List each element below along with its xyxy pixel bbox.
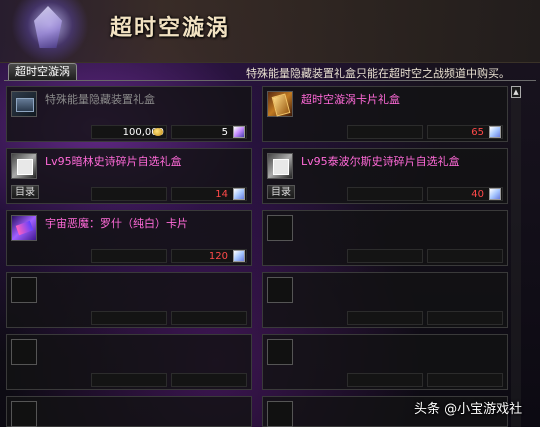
gift-box-icon (11, 91, 37, 117)
empty-field (347, 373, 423, 387)
empty-icon-slot (11, 277, 37, 303)
shop-item[interactable]: Lv95暗林史诗碎片自选礼盒 目录 14 (6, 148, 252, 204)
item-name: Lv95暗林史诗碎片自选礼盒 (45, 155, 182, 168)
shop-header: 超时空漩涡 (0, 0, 540, 63)
tab-divider (4, 80, 536, 81)
catalog-button[interactable]: 目录 (267, 185, 295, 199)
empty-field (427, 311, 503, 325)
empty-field (427, 249, 503, 263)
item-name: 特殊能量隐藏装置礼盒 (45, 93, 155, 106)
empty-slot (6, 272, 252, 328)
empty-slot (262, 210, 508, 266)
ticket-icon (233, 126, 245, 138)
tab-chaos-vortex[interactable]: 超时空漩涡 (8, 63, 77, 80)
gold-price (91, 187, 167, 201)
epic-gift-box-icon (267, 153, 293, 179)
shop-item[interactable]: Lv95泰波尔斯史诗碎片自选礼盒 目录 40 (262, 148, 508, 204)
catalog-button[interactable]: 目录 (11, 185, 39, 199)
ticket-icon (233, 250, 245, 262)
empty-field (171, 373, 247, 387)
card-icon (11, 215, 37, 241)
item-name: 超时空漩涡卡片礼盒 (301, 93, 400, 106)
gold-price (347, 187, 423, 201)
shop-item[interactable]: 特殊能量隐藏装置礼盒 100,000 5 (6, 86, 252, 142)
gold-price (91, 249, 167, 263)
empty-slot (262, 334, 508, 390)
empty-field (91, 373, 167, 387)
empty-field (427, 373, 503, 387)
empty-slot (6, 396, 252, 427)
empty-icon-slot (267, 401, 293, 427)
npc-portrait (4, 0, 96, 62)
empty-icon-slot (267, 277, 293, 303)
ticket-icon (489, 188, 501, 200)
purchase-notice: 特殊能量隐藏装置礼盒只能在超时空之战频道中购买。 (246, 67, 510, 80)
shop-item[interactable]: 宇宙恶魔：罗什（纯白）卡片 120 (6, 210, 252, 266)
empty-field (347, 249, 423, 263)
empty-icon-slot (11, 401, 37, 427)
empty-field (91, 311, 167, 325)
empty-icon-slot (267, 339, 293, 365)
scroll-up-arrow-icon[interactable]: ▲ (511, 86, 521, 98)
item-name: Lv95泰波尔斯史诗碎片自选礼盒 (301, 155, 460, 168)
empty-icon-slot (267, 215, 293, 241)
gold-price (347, 125, 423, 139)
card-box-icon (267, 91, 293, 117)
empty-field (171, 311, 247, 325)
ticket-icon (489, 126, 501, 138)
gold-coin-icon (153, 128, 163, 136)
empty-field (347, 311, 423, 325)
epic-gift-box-icon (11, 153, 37, 179)
page-title: 超时空漩涡 (110, 15, 231, 41)
scrollbar-track[interactable] (511, 86, 521, 427)
watermark: 头条 @小宝游戏社 (414, 402, 523, 417)
shop-item[interactable]: 超时空漩涡卡片礼盒 65 (262, 86, 508, 142)
ticket-icon (233, 188, 245, 200)
item-name: 宇宙恶魔：罗什（纯白）卡片 (45, 217, 188, 230)
empty-slot (6, 334, 252, 390)
empty-icon-slot (11, 339, 37, 365)
empty-slot (262, 272, 508, 328)
